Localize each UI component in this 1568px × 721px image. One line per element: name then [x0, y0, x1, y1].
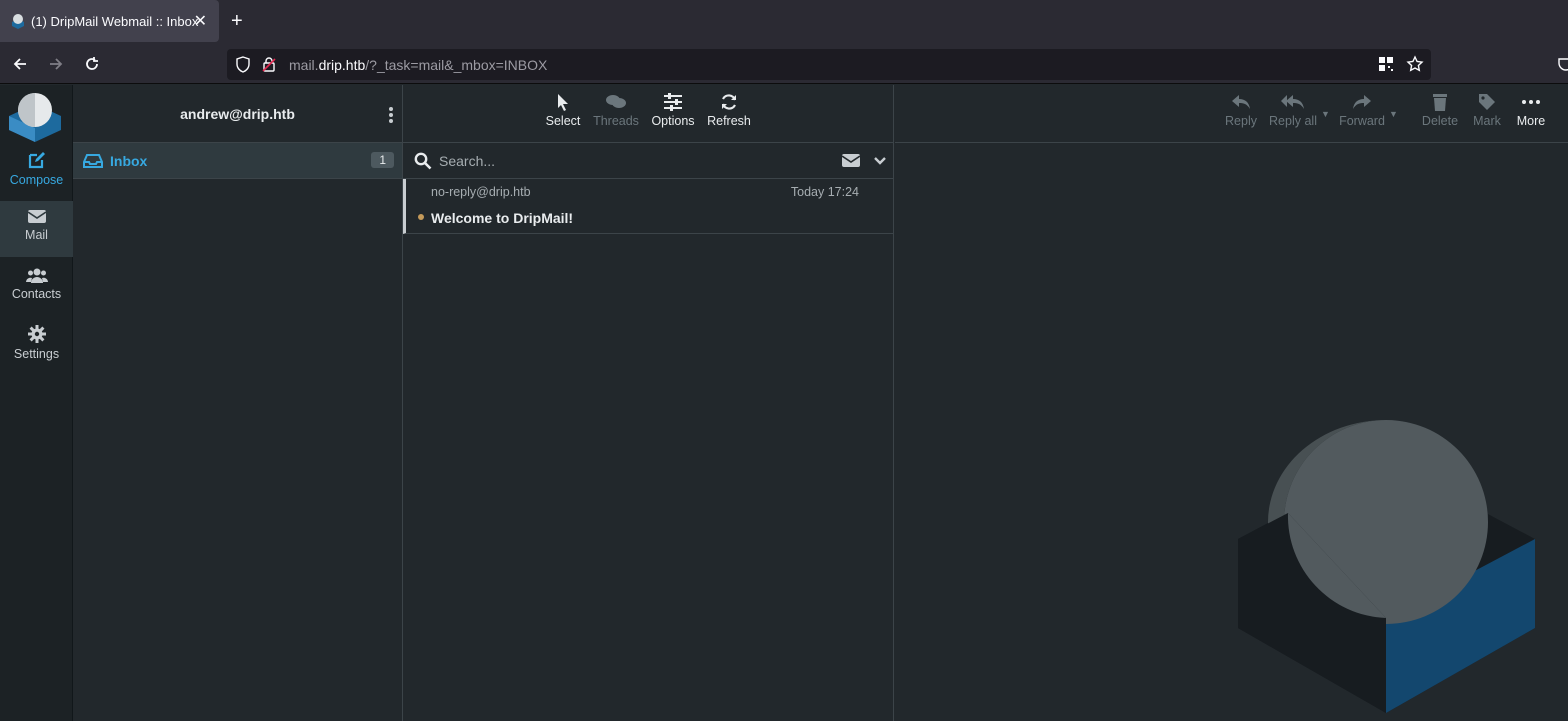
refresh-label: Refresh [707, 114, 751, 128]
options-label: Options [651, 114, 695, 128]
message-date: Today 17:24 [790, 185, 859, 199]
new-tab-button[interactable]: + [231, 10, 243, 33]
unread-dot-icon[interactable] [418, 214, 424, 220]
select-label: Select [545, 114, 581, 128]
more-label: More [1516, 114, 1546, 128]
message-row[interactable]: no-reply@drip.htb Today 17:24 Welcome to… [403, 179, 893, 234]
browser-tab-bar: (1) DripMail Webmail :: Inbox ✕ + [0, 0, 1568, 44]
tab-title: (1) DripMail Webmail :: Inbox [31, 13, 199, 29]
mark-label: Mark [1473, 114, 1501, 128]
roundcube-logo-icon[interactable] [8, 88, 62, 142]
webmail-app: Compose Mail Contacts Settings andrew@dr… [0, 85, 1568, 721]
forward-icon [1353, 95, 1371, 109]
search-input[interactable] [439, 151, 819, 171]
sidebar-item-label: Mail [25, 228, 48, 242]
roundcube-favicon-icon [12, 14, 24, 29]
search-icon[interactable] [414, 152, 432, 170]
message-subject: Welcome to DripMail! [431, 210, 574, 226]
refresh-button[interactable]: Refresh [706, 93, 752, 128]
forward-icon[interactable] [44, 52, 68, 76]
message-from: no-reply@drip.htb [431, 185, 531, 199]
account-name: andrew@drip.htb [180, 106, 295, 122]
threads-label: Threads [593, 114, 639, 128]
folder-menu-icon[interactable] [388, 106, 394, 124]
more-button[interactable]: More [1513, 93, 1549, 128]
reply-label: Reply [1225, 114, 1257, 128]
select-button[interactable]: Select [545, 93, 581, 128]
reply-all-dropdown-icon[interactable]: ▼ [1321, 109, 1330, 119]
reply-icon [1232, 95, 1250, 109]
message-toolbar: Reply Reply all ▼ Forward ▼ Delete Mark [895, 85, 1568, 143]
folder-label: Inbox [110, 152, 148, 169]
envelope-icon [27, 210, 46, 223]
mark-button[interactable]: Mark [1470, 93, 1504, 128]
browser-tab[interactable]: (1) DripMail Webmail :: Inbox ✕ [0, 0, 219, 42]
back-icon[interactable] [8, 52, 32, 76]
sidebar-item-label: Settings [13, 347, 60, 361]
sidebar-item-label: Contacts [11, 287, 62, 301]
tab-close-icon[interactable]: ✕ [194, 11, 207, 31]
sliders-icon [664, 93, 682, 111]
refresh-icon [721, 94, 737, 110]
chevron-down-icon[interactable] [874, 157, 886, 165]
shield-icon[interactable] [235, 56, 251, 73]
url-text: mail.drip.htb/?_task=mail&_mbox=INBOX [289, 57, 547, 73]
url-bar[interactable]: mail.drip.htb/?_task=mail&_mbox=INBOX [227, 49, 1431, 80]
folders-header: andrew@drip.htb [73, 85, 402, 143]
sidebar-item-contacts[interactable]: Contacts [0, 259, 73, 315]
forward-label: Forward [1339, 114, 1385, 128]
search-bar [403, 143, 893, 179]
message-list-pane: Select Threads Options Refresh no-reply@… [403, 85, 894, 721]
delete-label: Delete [1421, 114, 1459, 128]
sidebar-item-mail[interactable]: Mail [0, 201, 73, 257]
preview-pane: Reply Reply all ▼ Forward ▼ Delete Mark [895, 85, 1568, 721]
more-icon [1522, 100, 1540, 104]
delete-button[interactable]: Delete [1420, 93, 1460, 128]
threads-icon [606, 95, 626, 108]
gear-icon [27, 325, 46, 343]
forward-dropdown-icon[interactable]: ▼ [1389, 109, 1398, 119]
task-sidebar: Compose Mail Contacts Settings [0, 85, 73, 721]
tag-icon [1479, 94, 1495, 110]
unread-count-badge: 1 [371, 152, 394, 168]
bookmark-star-icon[interactable] [1406, 55, 1424, 73]
compose-icon [28, 152, 45, 169]
pocket-icon[interactable] [1558, 56, 1568, 72]
reply-all-icon [1281, 95, 1304, 109]
browser-nav-bar: mail.drip.htb/?_task=mail&_mbox=INBOX [0, 44, 1568, 84]
folder-pane: andrew@drip.htb Inbox 1 [73, 85, 403, 721]
url-path: /?_task=mail&_mbox=INBOX [365, 57, 548, 73]
url-prefix: mail. [289, 57, 319, 73]
options-button[interactable]: Options [650, 93, 696, 128]
reply-button[interactable]: Reply [1224, 93, 1258, 128]
pointer-icon [558, 94, 568, 111]
url-host: drip.htb [318, 57, 366, 73]
reload-icon[interactable] [80, 52, 104, 76]
sidebar-item-settings[interactable]: Settings [0, 317, 73, 373]
threads-button[interactable]: Threads [592, 93, 640, 128]
reply-all-label: Reply all [1269, 114, 1317, 128]
qr-code-icon[interactable] [1378, 56, 1394, 72]
list-toolbar: Select Threads Options Refresh [403, 85, 893, 143]
inbox-icon [83, 153, 103, 168]
insecure-lock-icon[interactable] [262, 56, 276, 73]
reply-all-button[interactable]: Reply all [1268, 93, 1318, 128]
forward-button[interactable]: Forward [1338, 93, 1386, 128]
envelope-filter-icon[interactable] [842, 154, 860, 168]
trash-icon [1433, 94, 1447, 111]
sidebar-item-label: Compose [9, 173, 64, 187]
folder-item-inbox[interactable]: Inbox 1 [73, 143, 402, 179]
roundcube-watermark-logo-icon [1238, 420, 1535, 713]
users-icon [25, 268, 48, 283]
sidebar-item-compose[interactable]: Compose [0, 143, 73, 199]
